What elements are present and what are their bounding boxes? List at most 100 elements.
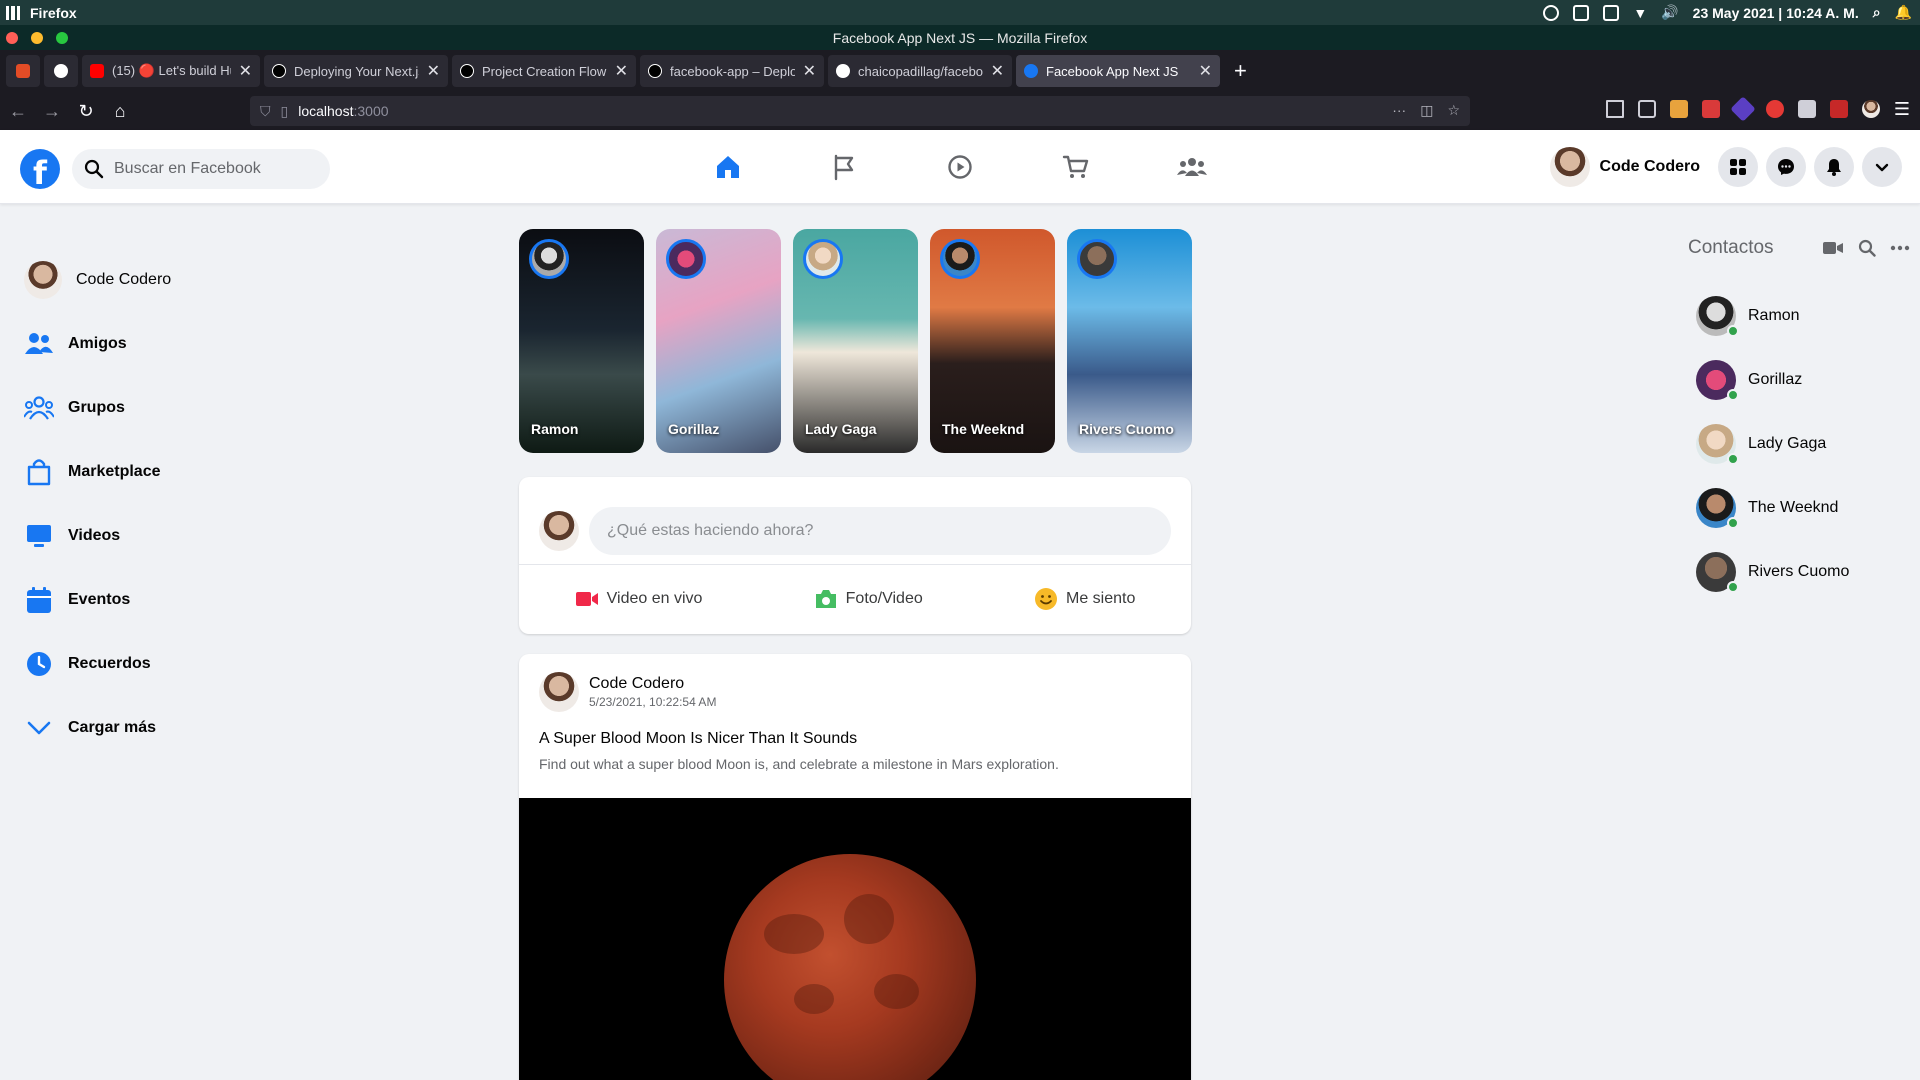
contact-item[interactable]: Rivers Cuomo: [1688, 540, 1920, 604]
status-input[interactable]: [589, 506, 1171, 555]
menu-icon[interactable]: ☰: [1894, 100, 1910, 118]
sidebar-icon[interactable]: [1637, 100, 1656, 118]
maximize-window-button[interactable]: [56, 32, 68, 44]
tab-vercel-project[interactable]: Project Creation Flow – Ve ✕: [452, 55, 636, 87]
new-tab-button[interactable]: +: [1234, 58, 1247, 84]
contact-item[interactable]: The Weeknd: [1688, 476, 1920, 540]
adblock-icon[interactable]: [1765, 100, 1784, 118]
tab-youtube[interactable]: (15) 🔴 Let's build Hulu 2 ✕: [82, 55, 260, 87]
minimize-window-button[interactable]: [31, 32, 43, 44]
clipboard-icon[interactable]: [1573, 4, 1590, 21]
os-app-name[interactable]: Firefox: [30, 5, 77, 21]
post-image[interactable]: [519, 798, 1191, 1080]
search-icon[interactable]: ⌕: [1873, 4, 1881, 21]
notifications-icon[interactable]: 🔔: [1895, 4, 1912, 21]
close-tab-icon[interactable]: ✕: [427, 61, 440, 81]
sidebar-item-events[interactable]: Eventos: [24, 568, 324, 632]
avatar[interactable]: [539, 672, 579, 712]
search-box[interactable]: [72, 149, 330, 189]
forward-icon[interactable]: →: [36, 101, 68, 122]
activities-icon[interactable]: [6, 5, 20, 20]
more-options-icon[interactable]: [1890, 245, 1910, 251]
live-video-button[interactable]: Video en vivo: [575, 589, 702, 609]
profile-chip[interactable]: Code Codero: [1549, 147, 1700, 187]
pocket-icon[interactable]: ◫: [1420, 102, 1433, 119]
url-bar[interactable]: ⛉ ▯ localhost:3000 ··· ◫ ☆: [250, 96, 1470, 126]
sidebar-item-marketplace[interactable]: Marketplace: [24, 440, 324, 504]
display-icon[interactable]: [1603, 4, 1620, 21]
sidebar-item-friends[interactable]: Amigos: [24, 312, 324, 376]
bookmark-star-icon[interactable]: ☆: [1447, 102, 1460, 119]
sidebar-item-profile[interactable]: Code Codero: [24, 248, 324, 312]
page-actions-icon[interactable]: ···: [1392, 102, 1406, 119]
post-timestamp: 5/23/2021, 10:22:54 AM: [589, 695, 717, 709]
home-icon[interactable]: ⌂: [104, 101, 136, 122]
close-tab-icon[interactable]: ✕: [803, 61, 816, 81]
sidebar-item-groups[interactable]: Grupos: [24, 376, 324, 440]
shield-icon[interactable]: ⛉: [260, 103, 271, 120]
tab-nextjs-deploy[interactable]: Deploying Your Next.js App ✕: [264, 55, 448, 87]
tab-vercel-deployment[interactable]: facebook-app – Deployme ✕: [640, 55, 824, 87]
story-card[interactable]: Gorillaz: [656, 229, 781, 453]
search-icon[interactable]: [1858, 239, 1876, 257]
nav-watch[interactable]: [902, 142, 1018, 192]
tab-title: Facebook App Next JS: [1046, 63, 1179, 79]
sidebar-item-load-more[interactable]: Cargar más: [24, 696, 324, 760]
menu-button[interactable]: [1718, 147, 1758, 187]
nav-pages[interactable]: [786, 142, 902, 192]
blood-moon-image: [724, 854, 976, 1080]
contact-item[interactable]: Lady Gaga: [1688, 412, 1920, 476]
close-tab-icon[interactable]: ✕: [1199, 61, 1212, 81]
notifications-button[interactable]: [1814, 147, 1854, 187]
firefox-account-icon[interactable]: [1861, 100, 1880, 118]
url-port: :3000: [353, 103, 389, 119]
messenger-button[interactable]: [1766, 147, 1806, 187]
wifi-icon[interactable]: ▼: [1633, 5, 1647, 21]
media-play-icon[interactable]: [1543, 4, 1560, 21]
sidebar-item-label: Grupos: [68, 399, 125, 416]
pinned-tab-github[interactable]: [44, 55, 78, 87]
nav-marketplace[interactable]: [1018, 142, 1134, 192]
story-card[interactable]: Rivers Cuomo: [1067, 229, 1192, 453]
contact-item[interactable]: Gorillaz: [1688, 348, 1920, 412]
photo-video-button[interactable]: Foto/Video: [814, 588, 923, 610]
sidebar-item-videos[interactable]: Videos: [24, 504, 324, 568]
contact-item[interactable]: Ramon: [1688, 284, 1920, 348]
facebook-logo[interactable]: f: [20, 149, 60, 189]
sidebar-item-memories[interactable]: Recuerdos: [24, 632, 324, 696]
bell-icon: [1827, 159, 1841, 176]
nav-groups[interactable]: [1134, 142, 1250, 192]
close-tab-icon[interactable]: ✕: [615, 61, 628, 81]
nav-home[interactable]: [670, 142, 786, 192]
extension-grid-icon[interactable]: [1797, 100, 1816, 118]
video-call-icon[interactable]: [1822, 240, 1844, 256]
story-card[interactable]: The Weeknd: [930, 229, 1055, 453]
post-author[interactable]: Code Codero: [589, 675, 716, 693]
tab-facebook-app[interactable]: Facebook App Next JS ✕: [1016, 55, 1220, 87]
story-card[interactable]: Ramon: [519, 229, 644, 453]
volume-icon[interactable]: 🔊: [1661, 4, 1678, 21]
back-icon[interactable]: ←: [2, 101, 34, 122]
extension-purple-icon[interactable]: [1730, 96, 1756, 122]
smiley-icon: [1035, 588, 1057, 610]
account-button[interactable]: [1862, 147, 1902, 187]
feeling-button[interactable]: Me siento: [1034, 587, 1135, 611]
story-card[interactable]: Lady Gaga: [793, 229, 918, 453]
close-tab-icon[interactable]: ✕: [239, 61, 252, 81]
pinned-tab-code[interactable]: [6, 55, 40, 87]
url-actions: ··· ◫ ☆: [1392, 102, 1460, 119]
search-input[interactable]: [114, 160, 314, 178]
close-window-button[interactable]: [6, 32, 18, 44]
reload-icon[interactable]: ↻: [70, 101, 102, 122]
camera-icon: [815, 590, 836, 608]
tab-github-repo[interactable]: chaicopadillag/facebook-a ✕: [828, 55, 1012, 87]
extension-pencil-icon[interactable]: [1669, 100, 1688, 118]
clock[interactable]: 23 May 2021 | 10:24 A. M.: [1693, 5, 1859, 21]
extension-dots-icon[interactable]: [1829, 100, 1848, 118]
close-tab-icon[interactable]: ✕: [991, 61, 1004, 81]
sidebar-item-label: Amigos: [68, 335, 127, 352]
library-icon[interactable]: [1605, 100, 1624, 118]
url-host: localhost: [298, 103, 354, 119]
story-name: The Weeknd: [942, 421, 1025, 437]
extension-red-icon[interactable]: [1701, 100, 1720, 118]
